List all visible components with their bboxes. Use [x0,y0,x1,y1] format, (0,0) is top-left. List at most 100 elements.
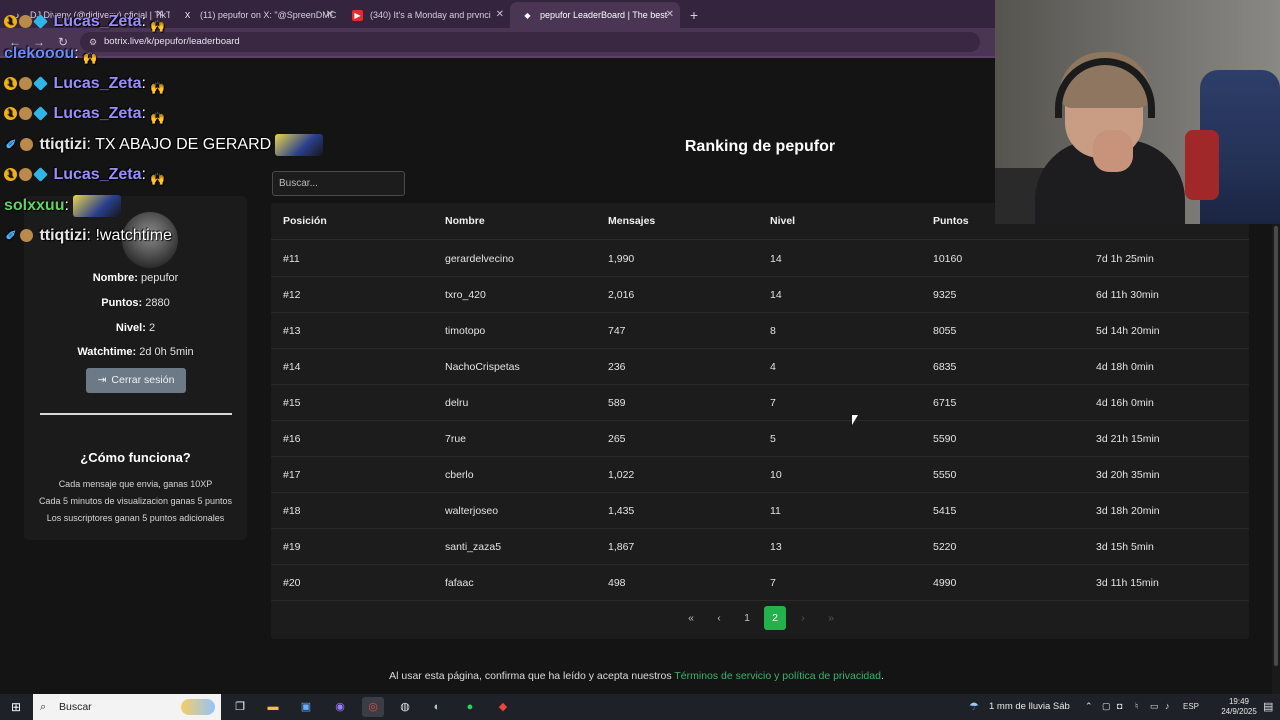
screen: ♪ DJ Diveny (@djdiveny) oficial | TikTok… [0,0,1280,720]
cell-level: 8 [770,325,776,337]
profile-points: Puntos: 2880 [24,297,247,309]
cell-position: #16 [283,433,301,445]
badge-icon [20,138,33,152]
footer-end: . [880,670,884,682]
cell-messages: 1,990 [608,253,635,265]
chevron-up-icon[interactable]: ⌃ [1085,701,1093,712]
col-points: Puntos [933,215,969,227]
pagination: « ‹ 1 2 › » [680,606,842,630]
next-page-button: › [801,612,805,624]
name-value: pepufor [140,272,179,284]
steam-icon[interactable]: ◐ [426,697,448,717]
cell-messages: 747 [608,325,626,337]
col-level: Nivel [770,215,796,227]
chat-sep: : [141,13,146,30]
cell-watchtime: 5d 14h 20min [1096,325,1160,337]
spotify-icon[interactable]: ● [459,697,481,717]
new-tab-button[interactable]: + [680,2,708,28]
badge-icon: 1 [4,15,17,29]
cell-position: #13 [283,325,301,337]
taskbar-search[interactable]: ⌕ Buscar [33,694,221,720]
cell-name: txro_420 [445,289,486,301]
cell-messages: 1,022 [608,469,635,481]
cell-position: #14 [283,361,301,373]
cell-messages: 1,867 [608,541,635,553]
webcam-chair-accent [1185,130,1219,200]
chat-username: ttiqtizi [39,136,87,153]
gem-badge-icon [33,76,48,92]
page-1-button[interactable]: 1 [736,606,758,630]
watchtime-value: 2d 0h 5min [139,346,194,358]
profile-watchtime: Watchtime: 2d 0h 5min [24,346,247,358]
watchtime-label: Watchtime: [77,346,137,358]
logout-button[interactable]: ⇥ Cerrar sesión [86,368,186,393]
file-explorer-icon[interactable]: ▬ [262,697,284,717]
chat-username: Lucas_Zeta [53,105,142,122]
cell-watchtime: 7d 1h 25min [1096,253,1154,265]
emote-icon: 🙌 [149,110,165,125]
store-icon[interactable]: ▣ [295,697,317,717]
cell-points: 5415 [933,505,957,517]
cell-level: 10 [770,469,782,481]
close-icon[interactable]: ✕ [666,2,674,28]
level-value: 2 [148,322,156,334]
cell-points: 8055 [933,325,957,337]
notification-icon[interactable]: ▤ [1263,700,1273,713]
chat-text: TX ABAJO DE GERARD [91,136,272,153]
page-title: Ranking de pepufor [684,138,836,155]
cell-level: 7 [770,397,776,409]
cell-watchtime: 3d 11h 15min [1096,577,1159,589]
cell-points: 4990 [933,577,957,589]
clock[interactable]: 19:49 24/9/2025 [1221,697,1257,717]
volume-icon[interactable]: ♪ [1165,701,1170,711]
terms-link[interactable]: Términos de servicio y política de priva… [674,670,881,682]
table-row: #18 walterjoseo 1,435 11 5415 3d 18h 20min [271,493,1249,529]
chat-message: 1 Lucas_Zeta: 🙌 [4,163,168,187]
windows-start-icon[interactable]: ⊞ [4,697,28,717]
language-indicator[interactable]: ESP [1183,694,1199,720]
cell-points: 6835 [933,361,957,373]
cell-points: 9325 [933,289,957,301]
cell-messages: 589 [608,397,626,409]
logout-label: Cerrar sesión [111,374,175,386]
cell-name: delru [445,397,469,409]
table-row: #13 timotopo 747 8 8055 5d 14h 20min [271,313,1249,349]
cell-points: 5220 [933,541,957,553]
profile-name: Nombre: pepufor [24,272,247,284]
gem-badge-icon [33,106,48,122]
webcam-overlay [995,0,1280,224]
tab-youtube[interactable]: ▶ (340) It's a Monday and prvnci ✕ [340,2,510,28]
chat-sep: : [141,75,146,92]
youtube-icon: ▶ [352,10,363,21]
how-line: Cada 5 minutos de visualizacion ganas 5 … [38,496,233,506]
network-icon[interactable]: ▭ [1150,701,1159,712]
badge-icon: 1 [4,77,17,91]
page-2-button[interactable]: 2 [764,606,786,630]
cell-level: 11 [770,505,781,517]
app-icon[interactable]: ◆ [492,697,514,717]
close-icon[interactable]: ✕ [496,2,504,28]
cell-watchtime: 4d 16h 0min [1096,397,1154,409]
chat-sep: : [74,45,79,62]
weather-text[interactable]: 1 mm de lluvia Sáb [989,694,1070,720]
discord-icon[interactable]: ◉ [329,697,351,717]
camera-icon[interactable]: ◘ [1117,701,1122,711]
chat-text: !watchtime [91,227,172,244]
first-page-button[interactable]: « [680,606,702,630]
task-view-icon[interactable]: ❐ [229,697,251,717]
last-page-button: » [828,612,834,624]
prev-page-button[interactable]: ‹ [708,606,730,630]
cell-messages: 2,016 [608,289,635,301]
cell-name: cberlo [445,469,474,481]
weather-icon[interactable]: ☂ [969,700,979,713]
tab-title: pepufor LeaderBoard | The best [540,10,668,20]
cell-points: 10160 [933,253,963,265]
table-row: #19 santi_zaza5 1,867 13 5220 3d 15h 5min [271,529,1249,565]
scrollbar-thumb[interactable] [1274,226,1278,666]
chrome-icon[interactable]: ◎ [362,697,384,717]
tab-botrix[interactable]: ◆ pepufor LeaderBoard | The best ✕ [510,2,680,28]
obs-icon[interactable]: ◍ [394,697,416,717]
microphone-icon[interactable]: ♮ [1135,701,1138,712]
tray-app-icon[interactable]: ▢ [1102,701,1111,712]
table-row: #17 cberlo 1,022 10 5550 3d 20h 35min [271,457,1249,493]
